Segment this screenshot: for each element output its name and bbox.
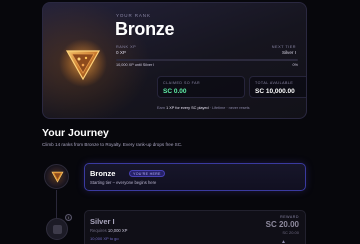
xp-to-go-hint: 10,000 XP to go [90, 236, 119, 241]
rank-name: Bronze [115, 19, 175, 39]
next-tier-label: NEXT TIER [271, 45, 296, 49]
earn-highlight: 1 XP for every SC played [166, 106, 209, 110]
current-rank-name: Bronze [90, 169, 116, 178]
claimed-stat: CLAIMED SO FAR SC 0.00 [157, 76, 245, 98]
reward-subvalue: SC 20.00 [282, 230, 299, 235]
progress-percent: 0% [292, 63, 299, 67]
info-icon[interactable]: i [65, 214, 72, 221]
rank-card: YOUR RANK Bronze RANK XP 0 XP NEXT TIER … [42, 2, 307, 119]
claimed-label: CLAIMED SO FAR [163, 81, 201, 85]
chevron-up-icon[interactable]: ▲ [281, 239, 286, 244]
claimed-value: SC 0.00 [163, 88, 187, 95]
total-stat: TOTAL AVAILABLE SC 10,000.00 [249, 76, 306, 98]
current-rank-description: Starting tier – everyone begins here [90, 180, 157, 185]
total-label: TOTAL AVAILABLE [255, 81, 294, 85]
timeline-connector [56, 190, 57, 220]
earn-prefix: Earn [157, 106, 167, 110]
reward-value: SC 20.00 [265, 220, 299, 229]
rank-card-current[interactable]: Bronze YOU'RE HERE Starting tier – every… [84, 163, 306, 191]
next-rank-requirement: Requires 10,000 XP [90, 228, 127, 233]
requirement-value: 10,000 XP [107, 228, 128, 233]
earn-note: Earn 1 XP for every SC played · Lifetime… [157, 106, 250, 110]
timeline-node-current [44, 164, 69, 189]
bronze-rank-badge-icon [57, 37, 109, 89]
requirement-prefix: Requires [90, 228, 108, 233]
next-tier-value: Silver I [281, 50, 296, 55]
rank-xp-value: 0 XP [116, 50, 126, 55]
earn-suffix: · Lifetime · never resets [208, 106, 250, 110]
total-value: SC 10,000.00 [255, 88, 295, 95]
rank-eyebrow: YOUR RANK [116, 13, 151, 18]
journey-title: Your Journey [42, 127, 109, 139]
rank-card-next[interactable]: Silver I Requires 10,000 XP 10,000 XP to… [84, 210, 306, 244]
journey-subtitle: Climb 14 ranks from Bronze to Royalty. E… [42, 142, 183, 147]
timeline-node-locked [46, 218, 68, 240]
progress-caption: 10,000 XP until Silver I 0% [116, 63, 298, 67]
lock-icon [53, 225, 62, 234]
bronze-rank-badge-icon [51, 171, 64, 183]
rank-xp-label: RANK XP [116, 45, 137, 49]
next-rank-name: Silver I [90, 217, 115, 226]
reward-label: REWARD [280, 215, 299, 219]
youre-here-badge: YOU'RE HERE [129, 170, 165, 177]
rank-progress-bar [116, 59, 298, 61]
progress-text: 10,000 XP until Silver I [116, 63, 155, 67]
